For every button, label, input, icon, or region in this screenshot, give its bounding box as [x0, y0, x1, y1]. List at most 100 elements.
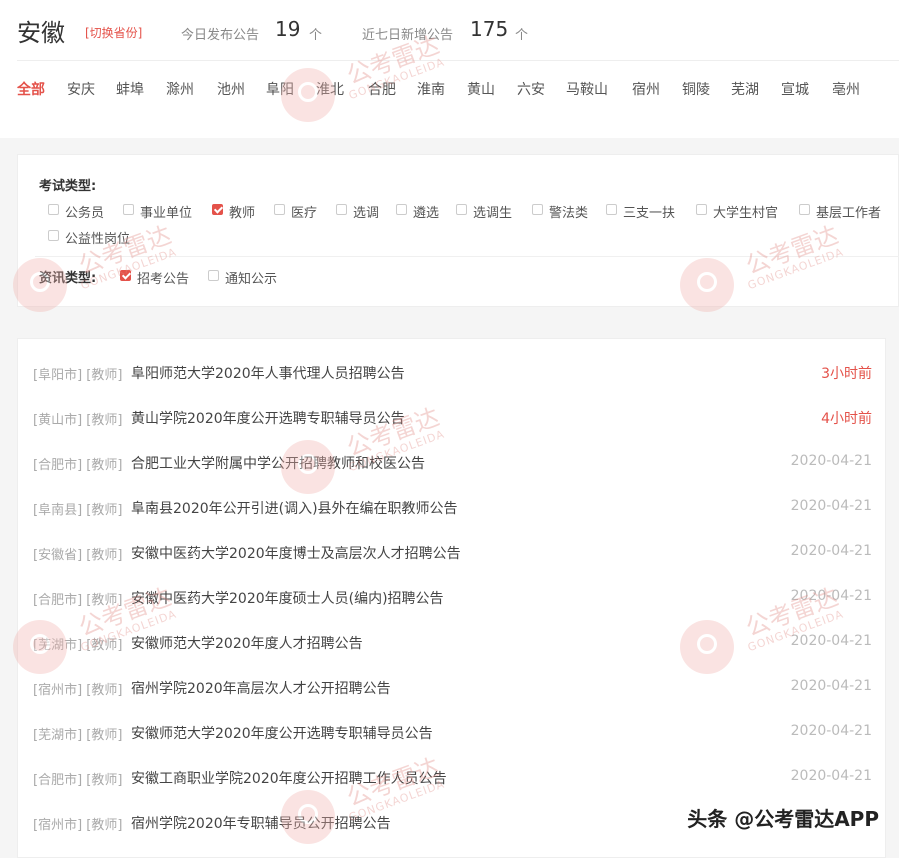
item-tags: [阜阳市] [教师] [33, 368, 123, 383]
checkbox-icon[interactable] [123, 204, 134, 215]
week-count: 175 [470, 17, 509, 41]
item-title-link[interactable]: 宿州学院2020年高层次人才公开招聘公告 [131, 678, 391, 698]
filter-option-label: 遴选 [413, 206, 440, 221]
checkbox-icon[interactable] [48, 204, 59, 215]
announcement-list: [阜阳市] [教师] 阜阳师范大学2020年人事代理人员招聘公告 3小时前 [黄山市]… [17, 338, 886, 858]
filter-option-label: 警法类 [549, 206, 589, 221]
info-type-label: 资讯类型: [39, 271, 97, 286]
exam-type-label: 考试类型: [39, 179, 97, 194]
checkbox-icon[interactable] [208, 270, 219, 281]
item-tags: [芜湖市] [教师] [33, 728, 123, 743]
item-date: 2020-04-21 [790, 768, 872, 784]
switch-province-link[interactable]: [切换省份] [85, 24, 142, 41]
item-date: 2020-04-21 [790, 543, 872, 559]
item-tags: [合肥市] [教师] [33, 458, 123, 473]
item-date: 2020-04-21 [790, 678, 872, 694]
city-tab[interactable]: 亳州 [832, 79, 860, 99]
checkbox-checked-icon[interactable] [120, 270, 131, 281]
filter-divider [35, 256, 899, 257]
item-date: 4小时前 [821, 411, 872, 427]
item-date: 2020-04-21 [790, 723, 872, 739]
city-tab[interactable]: 淮南 [417, 79, 445, 99]
header-divider [17, 60, 899, 61]
filter-option-label: 选调 [353, 206, 380, 221]
filter-option-label: 基层工作者 [816, 206, 882, 221]
item-date: 2020-04-21 [790, 453, 872, 469]
filter-option-label: 公务员 [65, 206, 105, 221]
city-tab[interactable]: 宿州 [632, 79, 660, 99]
item-title-link[interactable]: 安徽师范大学2020年度人才招聘公告 [131, 633, 363, 653]
today-label: 今日发布公告 [181, 28, 260, 43]
item-title-link[interactable]: 安徽中医药大学2020年度硕士人员(编内)招聘公告 [131, 588, 444, 608]
city-tab[interactable]: 马鞍山 [566, 79, 608, 99]
list-item[interactable]: [黄山市] [教师] 黄山学院2020年度公开选聘专职辅导员公告 4小时前 [18, 384, 887, 429]
city-tab[interactable]: 黄山 [467, 79, 495, 99]
filter-option-label: 招考公告 [137, 272, 190, 287]
checkbox-icon[interactable] [696, 204, 707, 215]
list-item[interactable]: [芜湖市] [教师] 安徽师范大学2020年度人才招聘公告 2020-04-21 [18, 609, 887, 654]
city-tab[interactable]: 合肥 [368, 79, 396, 99]
city-tab[interactable]: 淮北 [316, 79, 344, 99]
item-tags: [合肥市] [教师] [33, 773, 123, 788]
week-label: 近七日新增公告 [362, 28, 454, 43]
filter-option-label: 选调生 [473, 206, 513, 221]
item-title-link[interactable]: 阜阳师范大学2020年人事代理人员招聘公告 [131, 363, 405, 383]
city-tab[interactable]: 安庆 [67, 79, 95, 99]
checkbox-icon[interactable] [396, 204, 407, 215]
checkbox-icon[interactable] [606, 204, 617, 215]
checkbox-icon[interactable] [48, 230, 59, 241]
city-tab[interactable]: 全部 [17, 79, 45, 99]
filter-option-label: 通知公示 [225, 272, 278, 287]
item-tags: [阜南县] [教师] [33, 503, 123, 518]
item-title-link[interactable]: 宿州学院2020年专职辅导员公开招聘公告 [131, 813, 391, 833]
item-title-link[interactable]: 安徽师范大学2020年度公开选聘专职辅导员公告 [131, 723, 433, 743]
item-tags: [宿州市] [教师] [33, 683, 123, 698]
checkbox-icon[interactable] [532, 204, 543, 215]
week-unit: 个 [515, 28, 529, 43]
filter-option-label: 大学生村官 [713, 206, 779, 221]
filter-panel: 考试类型: 公务员 事业单位 教师 医疗 选调 遴选 选调生 警法类 三支一扶 大学生村官 基层工作… [17, 154, 899, 307]
city-tab[interactable]: 芜湖 [731, 79, 759, 99]
item-date: 2020-04-21 [790, 588, 872, 604]
item-date: 2020-04-21 [790, 498, 872, 514]
city-tab[interactable]: 蚌埠 [116, 79, 144, 99]
city-tab[interactable]: 阜阳 [266, 79, 294, 99]
list-item[interactable]: [宿州市] [教师] 宿州学院2020年高层次人才公开招聘公告 2020-04-21 [18, 654, 887, 699]
list-item[interactable]: [阜南县] [教师] 阜南县2020年公开引进(调入)县外在编在职教师公告 2020… [18, 474, 887, 519]
filter-option-label: 事业单位 [140, 206, 193, 221]
item-title-link[interactable]: 安徽工商职业学院2020年度公开招聘工作人员公告 [131, 768, 447, 788]
region-title: 安徽 [17, 19, 65, 47]
city-tab[interactable]: 宣城 [781, 79, 809, 99]
item-title-link[interactable]: 安徽中医药大学2020年度博士及高层次人才招聘公告 [131, 543, 461, 563]
item-date: 2020-04-21 [790, 633, 872, 649]
city-tab[interactable]: 滁州 [166, 79, 194, 99]
filter-option-label: 公益性岗位 [65, 232, 131, 247]
list-item[interactable]: [安徽省] [教师] 安徽中医药大学2020年度博士及高层次人才招聘公告 2020-… [18, 519, 887, 564]
today-unit: 个 [309, 28, 323, 43]
item-title-link[interactable]: 阜南县2020年公开引进(调入)县外在编在职教师公告 [131, 498, 458, 518]
item-tags: [合肥市] [教师] [33, 593, 123, 608]
item-title-link[interactable]: 合肥工业大学附属中学公开招聘教师和校医公告 [131, 453, 425, 473]
checkbox-icon[interactable] [456, 204, 467, 215]
list-item[interactable]: [合肥市] [教师] 合肥工业大学附属中学公开招聘教师和校医公告 2020-04-2… [18, 429, 887, 474]
footer-watermark: 头条 @公考雷达APP [687, 807, 879, 831]
item-title-link[interactable]: 黄山学院2020年度公开选聘专职辅导员公告 [131, 408, 405, 428]
list-item[interactable]: [芜湖市] [教师] 安徽师范大学2020年度公开选聘专职辅导员公告 2020-04… [18, 699, 887, 744]
filter-option-label: 医疗 [291, 206, 318, 221]
checkbox-icon[interactable] [336, 204, 347, 215]
filter-option-label: 三支一扶 [623, 206, 676, 221]
list-item[interactable]: [合肥市] [教师] 安徽工商职业学院2020年度公开招聘工作人员公告 2020-0… [18, 744, 887, 789]
list-item[interactable]: [阜阳市] [教师] 阜阳师范大学2020年人事代理人员招聘公告 3小时前 [18, 339, 887, 384]
list-item[interactable]: [合肥市] [教师] 安徽中医药大学2020年度硕士人员(编内)招聘公告 2020-… [18, 564, 887, 609]
checkbox-checked-icon[interactable] [212, 204, 223, 215]
checkbox-icon[interactable] [274, 204, 285, 215]
item-tags: [宿州市] [教师] [33, 818, 123, 833]
header: 安徽 [切换省份] 今日发布公告 19 个 近七日新增公告 175 个 全部 安庆… [0, 0, 899, 138]
item-tags: [安徽省] [教师] [33, 548, 123, 563]
city-tab[interactable]: 铜陵 [682, 79, 710, 99]
item-date: 3小时前 [821, 366, 872, 382]
checkbox-icon[interactable] [799, 204, 810, 215]
city-tab[interactable]: 六安 [517, 79, 545, 99]
city-tab[interactable]: 池州 [217, 79, 245, 99]
filter-option-label: 教师 [229, 206, 256, 221]
